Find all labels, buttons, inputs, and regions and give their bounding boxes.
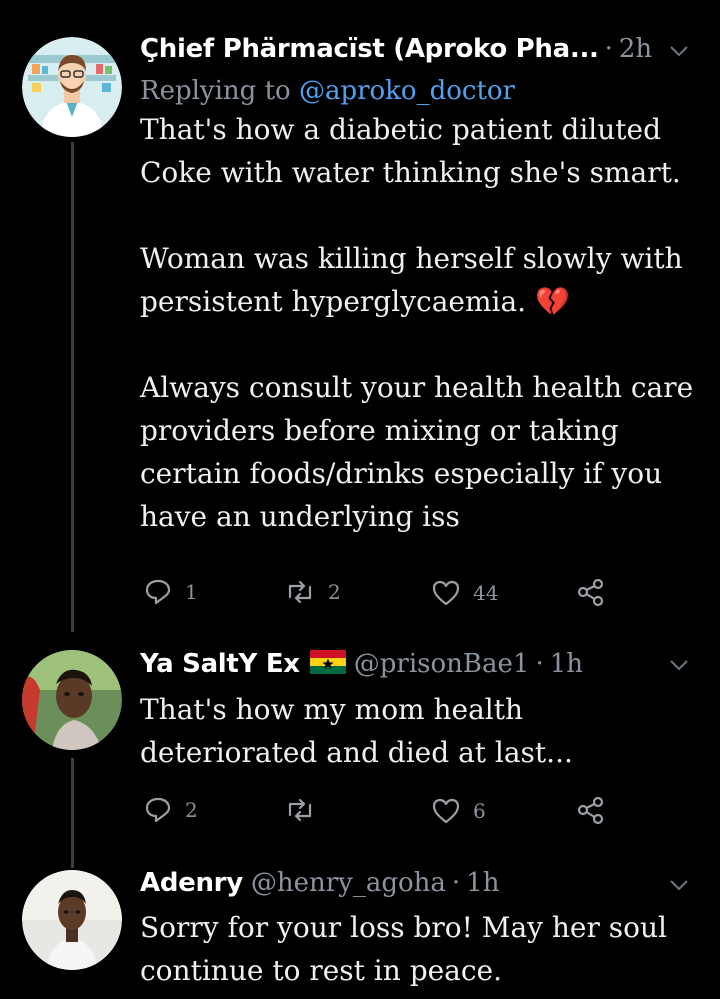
separator-dot: · <box>535 649 544 679</box>
reply-button[interactable]: 1 <box>143 577 198 607</box>
retweet-icon <box>288 798 312 822</box>
tweet-text: Sorry for your loss bro! May her soul co… <box>140 911 676 987</box>
retweet-button[interactable] <box>284 795 316 825</box>
reply-count: 2 <box>185 798 198 822</box>
tweet-3[interactable]: Adenry @henry_agoha · 1h Sorry for your … <box>0 860 720 999</box>
thread-line <box>71 758 74 868</box>
tweet-header: Çhief Phärmacïst (Aproko Pha... · 2h <box>140 34 700 70</box>
user-handle[interactable]: @henry_agoha <box>251 868 446 898</box>
tweet-header: Ya SaltY Ex @prisonBae1 · 1h <box>140 648 700 684</box>
mention-link[interactable]: @aproko_doctor <box>299 76 515 106</box>
reply-icon <box>145 797 171 823</box>
thread-line <box>71 142 74 632</box>
separator-dot: · <box>451 868 461 898</box>
avatar-pharmacist[interactable] <box>22 37 122 137</box>
timestamp[interactable]: 2h <box>619 34 652 64</box>
tweet-1[interactable]: Çhief Phärmacïst (Aproko Pha... · 2h Rep… <box>0 0 720 640</box>
like-icon <box>432 798 460 824</box>
replying-to: Replying to @aproko_doctor <box>140 76 700 106</box>
like-button[interactable]: 44 <box>431 579 498 607</box>
chevron-down-icon[interactable] <box>668 40 690 62</box>
like-icon <box>432 580 460 606</box>
reply-count: 1 <box>185 580 198 604</box>
replying-prefix: Replying to <box>140 76 299 106</box>
timestamp[interactable]: 1h <box>466 868 499 898</box>
retweet-icon <box>288 580 312 604</box>
reply-icon <box>145 579 171 605</box>
share-button[interactable] <box>576 795 606 825</box>
timestamp[interactable]: 1h <box>550 649 583 679</box>
share-icon <box>577 578 604 607</box>
display-name[interactable]: Adenry <box>140 868 243 898</box>
reply-button[interactable]: 2 <box>143 795 198 825</box>
user-handle[interactable]: @prisonBae1 <box>354 649 530 679</box>
like-button[interactable]: 6 <box>431 797 486 825</box>
tweet-text: That's how my mom health deteriorated an… <box>140 693 573 769</box>
share-button[interactable] <box>576 577 606 607</box>
tweet-text: That's how a diabetic patient diluted Co… <box>140 113 694 533</box>
share-icon <box>577 796 604 825</box>
like-count: 6 <box>473 799 486 823</box>
separator-dot: · <box>604 34 613 64</box>
ghana-flag-icon <box>309 650 346 674</box>
retweet-count: 2 <box>328 580 341 604</box>
like-count: 44 <box>473 581 499 605</box>
retweet-button[interactable]: 2 <box>284 577 341 607</box>
chevron-down-icon[interactable] <box>668 874 690 896</box>
avatar-adenry[interactable] <box>22 870 122 970</box>
display-name[interactable]: Ya SaltY Ex <box>140 649 300 679</box>
tweet-header: Adenry @henry_agoha · 1h <box>140 868 700 904</box>
tweet-2[interactable]: Ya SaltY Ex @prisonBae1 · 1h That's how … <box>0 640 720 868</box>
avatar-ya-salty-ex[interactable] <box>22 650 122 750</box>
chevron-down-icon[interactable] <box>668 654 690 676</box>
display-name[interactable]: Çhief Phärmacïst (Aproko Pha... <box>140 34 599 64</box>
